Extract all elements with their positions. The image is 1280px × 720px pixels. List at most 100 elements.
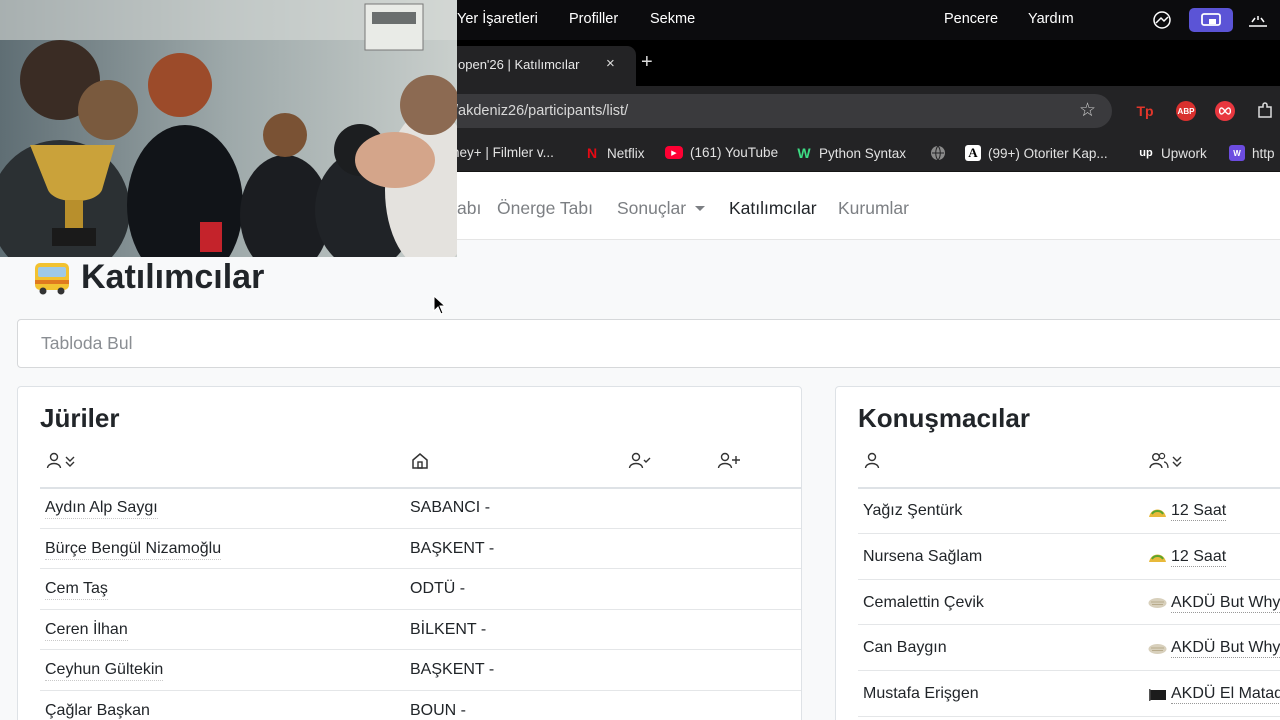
table-row[interactable]: Çağlar Başkan BOUN -	[40, 691, 801, 720]
speaker-name: Yağız Şentürk	[863, 502, 963, 519]
taco-icon	[1149, 509, 1166, 517]
active-tab[interactable]: open'26 | Katılımcılar ×	[440, 46, 636, 86]
page-title: Katılımcılar	[33, 258, 264, 297]
nav-link-institutions[interactable]: Kurumlar	[838, 198, 909, 219]
bookmark-netflix[interactable]: N Netflix	[584, 145, 645, 161]
speaker-name: Nursena Sağlam	[863, 547, 983, 565]
nav-results-label: Sonuçlar	[617, 198, 687, 218]
person-icon[interactable]	[864, 451, 894, 471]
sort-person-icon[interactable]	[46, 451, 76, 471]
screen-time-icon[interactable]	[1151, 9, 1173, 31]
url-text: /akdeniz26/participants/list/	[454, 103, 629, 119]
bookmark-label: Netflix	[607, 145, 645, 161]
bookmark-upwork[interactable]: up Upwork	[1138, 145, 1207, 161]
judge-institution: BİLKENT -	[410, 620, 487, 638]
menu-window[interactable]: Pencere	[944, 11, 998, 27]
table-row[interactable]: Yağız Şentürk 12 Saat	[858, 488, 1280, 534]
nav-link-participants[interactable]: Katılımcılar	[729, 198, 817, 219]
judges-title: Jüriler	[40, 403, 120, 433]
tp-extension-icon[interactable]: Tp	[1135, 101, 1155, 121]
institution-home-icon[interactable]	[410, 451, 440, 471]
speaker-team[interactable]: AKDÜ But Why	[1148, 639, 1280, 659]
table-row[interactable]: Cem Taş ODTÜ -	[40, 569, 801, 610]
team-name[interactable]: 12 Saat	[1171, 502, 1227, 521]
screen-mirroring-icon[interactable]	[1189, 8, 1233, 32]
flatbread-icon	[1148, 598, 1167, 609]
team-name[interactable]: 12 Saat	[1171, 548, 1227, 567]
table-row[interactable]: Can Baygın AKDÜ But Why	[858, 625, 1280, 672]
judge-institution: ODTÜ -	[410, 580, 466, 598]
speaker-team[interactable]: 12 Saat	[1148, 502, 1227, 521]
speaker-name: Cemalettin Çevik	[863, 593, 984, 611]
taco-icon	[1149, 554, 1166, 563]
bookmark-label: (99+) Otoriter Kap...	[988, 145, 1108, 161]
bus-icon	[35, 262, 69, 294]
team-name[interactable]: AKDÜ But Why	[1171, 639, 1280, 659]
webcam-overlay	[0, 0, 457, 257]
speaker-name: Can Baygın	[863, 639, 947, 657]
netflix-icon: N	[586, 145, 598, 161]
table-row[interactable]: Aydın Alp Saygı SABANCI -	[40, 488, 801, 529]
bookmark-disney[interactable]: ney+ | Filmler v...	[452, 145, 554, 160]
judge-name[interactable]: Ceren İlhan	[45, 621, 128, 641]
judge-institution: BOUN -	[410, 702, 466, 719]
person-check-icon[interactable]	[628, 451, 658, 471]
table-row[interactable]: Nursena Sağlam 12 Saat	[858, 534, 1280, 580]
infinity-extension-icon[interactable]	[1215, 101, 1235, 121]
adblock-extension-icon[interactable]: ABP	[1176, 101, 1196, 121]
judge-name[interactable]: Bürçe Bengül Nizamoğlu	[45, 540, 222, 560]
menu-help[interactable]: Yardım	[1028, 11, 1074, 27]
speakers-title: Konuşmacılar	[858, 403, 1030, 433]
bookmark-globe[interactable]	[930, 145, 946, 161]
bookmark-python-syntax[interactable]: W Python Syntax	[796, 145, 906, 161]
speaker-team[interactable]: 12 Saat	[1148, 548, 1227, 567]
extensions-puzzle-icon[interactable]	[1255, 101, 1275, 121]
table-row[interactable]: Bürçe Bengül Nizamoğlu BAŞKENT -	[40, 529, 801, 570]
bookmark-label: ney+ | Filmler v...	[452, 145, 554, 160]
upwork-icon: up	[1139, 147, 1153, 159]
bookmark-label: http	[1252, 145, 1275, 161]
team-name[interactable]: AKDÜ But Why	[1171, 594, 1280, 613]
bookmark-label: Upwork	[1161, 145, 1207, 161]
nav-link-partial[interactable]: abı	[457, 198, 481, 219]
menu-tab[interactable]: Sekme	[650, 11, 695, 27]
a-icon: A	[965, 145, 981, 161]
team-name[interactable]: AKDÜ El Matad	[1171, 685, 1280, 705]
page-title-text: Katılımcılar	[81, 258, 265, 296]
judges-card: Jüriler Aydın Alp Saygı SABANCI - Bürçe B…	[17, 386, 802, 720]
menu-profiles[interactable]: Profiller	[569, 11, 618, 27]
table-row[interactable]: Ceyhun Gültekin BAŞKENT -	[40, 650, 801, 691]
menu-bookmarks[interactable]: Yer İşaretleri	[457, 11, 538, 27]
judge-name[interactable]: Aydın Alp Saygı	[45, 499, 158, 519]
speaker-team[interactable]: AKDÜ But Why	[1148, 594, 1280, 613]
table-search-input[interactable]	[17, 319, 1280, 368]
nav-link-motion-tab[interactable]: Önerge Tabı	[497, 198, 593, 219]
control-center-icon[interactable]	[1247, 9, 1269, 31]
person-add-icon[interactable]	[717, 451, 747, 471]
speaker-team[interactable]: AKDÜ El Matad	[1148, 685, 1280, 705]
new-tab-button[interactable]: +	[641, 51, 653, 74]
judge-institution: SABANCI -	[410, 499, 491, 516]
table-row[interactable]: Cemalettin Çevik AKDÜ But Why	[858, 580, 1280, 626]
bookmark-star-icon[interactable]: ☆	[1079, 99, 1096, 122]
table-row[interactable]: Ceren İlhan BİLKENT -	[40, 610, 801, 651]
table-row[interactable]: Mustafa Erişgen AKDÜ El Matad	[858, 671, 1280, 717]
judge-institution: BAŞKENT -	[410, 661, 495, 679]
judge-name[interactable]: Ceyhun Gültekin	[45, 661, 164, 682]
bookmark-label: (161) YouTube	[690, 145, 779, 160]
nav-link-results[interactable]: Sonuçlar	[617, 198, 706, 219]
tab-title: open'26 | Katılımcılar	[458, 57, 580, 72]
bookmark-otoriter[interactable]: A (99+) Otoriter Kap...	[965, 145, 1108, 161]
globe-icon	[931, 145, 945, 161]
dropdown-caret-icon	[695, 206, 706, 211]
judge-institution: BAŞKENT -	[410, 539, 495, 557]
judge-name[interactable]: Çağlar Başkan	[45, 702, 150, 720]
sort-team-icon[interactable]	[1149, 451, 1185, 471]
speaker-name: Mustafa Erişgen	[863, 685, 979, 703]
judge-name[interactable]: Cem Taş	[45, 580, 108, 601]
tab-close-icon[interactable]: ×	[606, 55, 615, 72]
address-bar[interactable]: /akdeniz26/participants/list/ ☆	[430, 94, 1112, 128]
bookmark-http[interactable]: W http	[1229, 145, 1275, 161]
youtube-icon: ▶	[665, 146, 683, 159]
bookmark-youtube[interactable]: ▶ (161) YouTube	[665, 145, 778, 160]
